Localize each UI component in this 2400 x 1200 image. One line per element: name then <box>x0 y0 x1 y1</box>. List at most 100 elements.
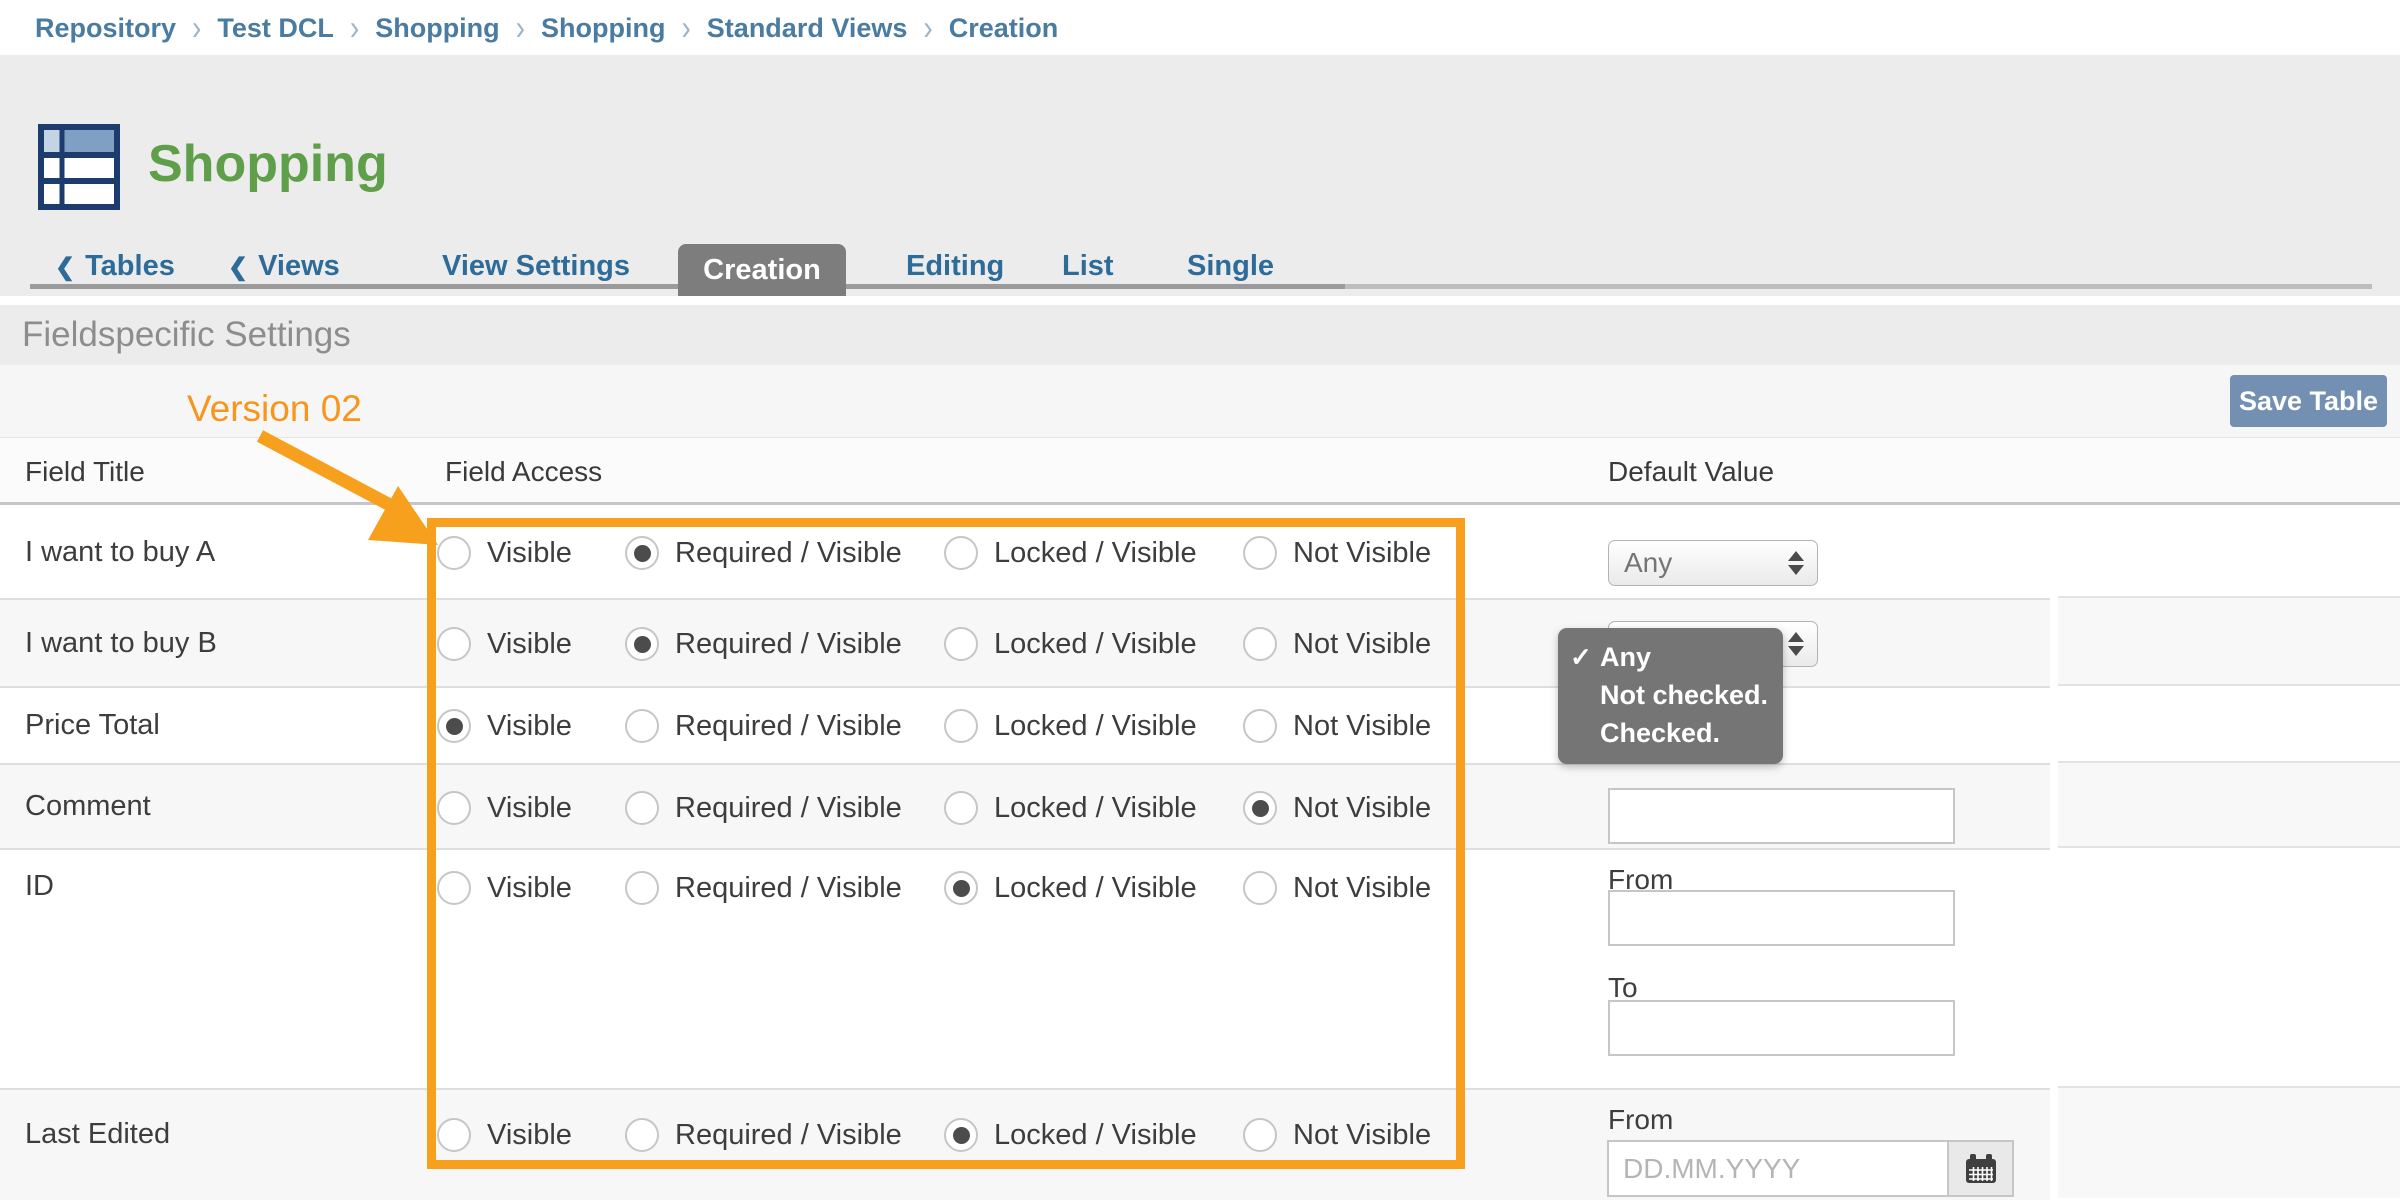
breadcrumb-item-shopping-2[interactable]: Shopping <box>541 13 665 44</box>
column-header-default-value: Default Value <box>1608 456 1774 488</box>
breadcrumb-separator: › <box>192 8 201 48</box>
radio-option-visible[interactable]: Visible <box>437 536 572 570</box>
radio-option-not-visible[interactable]: Not Visible <box>1243 627 1431 661</box>
row-background-tail <box>2058 761 2400 848</box>
radio-option-locked-visible[interactable]: Locked / Visible <box>944 536 1197 570</box>
table-row: Last Edited Visible Required / Visible L… <box>0 1090 2400 1200</box>
radio-option-required-visible[interactable]: Required / Visible <box>625 1118 902 1152</box>
radio-icon[interactable] <box>625 871 659 905</box>
default-value-select[interactable]: Any <box>1608 540 1818 586</box>
radio-icon[interactable] <box>944 1118 978 1152</box>
tab-back-views[interactable]: ❮Views <box>228 250 340 283</box>
date-input-group <box>1607 1140 2014 1197</box>
checkmark-icon: ✓ <box>1570 641 1592 673</box>
radio-option-visible[interactable]: Visible <box>437 1118 572 1152</box>
radio-icon[interactable] <box>1243 1118 1277 1152</box>
radio-icon[interactable] <box>437 1118 471 1152</box>
radio-icon[interactable] <box>1243 536 1277 570</box>
dropdown-option[interactable]: ✓Not checked. <box>1558 676 1783 714</box>
tab-list[interactable]: List <box>1062 250 1114 283</box>
calendar-button[interactable] <box>1949 1140 2014 1197</box>
radio-option-required-visible[interactable]: Required / Visible <box>625 871 902 905</box>
table-row: Price Total Visible Required / Visible L… <box>0 688 2400 765</box>
radio-icon[interactable] <box>437 709 471 743</box>
radio-icon[interactable] <box>437 871 471 905</box>
field-title-label: ID <box>25 870 54 903</box>
radio-option-required-visible[interactable]: Required / Visible <box>625 791 902 825</box>
field-title-label: I want to buy A <box>25 536 215 569</box>
column-header-field-title: Field Title <box>25 456 145 488</box>
table-row: I want to buy B Visible Required / Visib… <box>0 600 2400 688</box>
app-root: Repository › Test DCL › Shopping › Shopp… <box>0 0 2400 1200</box>
radio-icon[interactable] <box>625 536 659 570</box>
radio-option-locked-visible[interactable]: Locked / Visible <box>944 871 1197 905</box>
radio-icon[interactable] <box>1243 709 1277 743</box>
radio-option-visible[interactable]: Visible <box>437 627 572 661</box>
breadcrumb-item-shopping[interactable]: Shopping <box>375 13 499 44</box>
table-header-row: Field Title Field Access Default Value <box>0 437 2400 505</box>
breadcrumb-item-repository[interactable]: Repository <box>35 13 176 44</box>
radio-option-not-visible[interactable]: Not Visible <box>1243 709 1431 743</box>
radio-option-locked-visible[interactable]: Locked / Visible <box>944 791 1197 825</box>
radio-option-required-visible[interactable]: Required / Visible <box>625 536 902 570</box>
radio-icon[interactable] <box>437 791 471 825</box>
range-from-input[interactable] <box>1608 890 1955 946</box>
breadcrumb-separator: › <box>516 8 525 48</box>
radio-icon[interactable] <box>1243 871 1277 905</box>
breadcrumb-item-test-dcl[interactable]: Test DCL <box>217 13 334 44</box>
dropdown-option[interactable]: ✓Any <box>1558 638 1783 676</box>
tab-back-tables[interactable]: ❮Tables <box>55 250 175 283</box>
radio-option-locked-visible[interactable]: Locked / Visible <box>944 1118 1197 1152</box>
tab-single[interactable]: Single <box>1187 250 1274 283</box>
tab-editing[interactable]: Editing <box>906 250 1004 283</box>
calendar-icon <box>1964 1153 1998 1185</box>
breadcrumb-item-creation[interactable]: Creation <box>949 13 1059 44</box>
default-value-text-input[interactable] <box>1608 788 1955 844</box>
radio-option-not-visible[interactable]: Not Visible <box>1243 871 1431 905</box>
radio-icon[interactable] <box>625 627 659 661</box>
table-row: I want to buy A Visible Required / Visib… <box>0 506 2400 600</box>
tab-view-settings[interactable]: View Settings <box>442 250 630 283</box>
row-background-tail <box>2058 596 2400 686</box>
radio-icon[interactable] <box>1243 791 1277 825</box>
table-row: ID Visible Required / Visible Locked / V… <box>0 850 2400 1090</box>
radio-option-required-visible[interactable]: Required / Visible <box>625 627 902 661</box>
radio-icon[interactable] <box>625 791 659 825</box>
field-title-label: I want to buy B <box>25 627 217 660</box>
tabbar-underline-light <box>1345 284 2372 289</box>
radio-option-required-visible[interactable]: Required / Visible <box>625 709 902 743</box>
save-table-button[interactable]: Save Table <box>2230 375 2387 427</box>
breadcrumb: Repository › Test DCL › Shopping › Shopp… <box>35 12 1058 44</box>
radio-icon[interactable] <box>437 536 471 570</box>
radio-option-locked-visible[interactable]: Locked / Visible <box>944 627 1197 661</box>
radio-option-locked-visible[interactable]: Locked / Visible <box>944 709 1197 743</box>
radio-icon[interactable] <box>625 1118 659 1152</box>
radio-option-visible[interactable]: Visible <box>437 791 572 825</box>
radio-icon[interactable] <box>944 871 978 905</box>
dropdown-option[interactable]: ✓Checked. <box>1558 714 1783 752</box>
row-background-tail <box>2058 1086 2400 1198</box>
date-from-input[interactable] <box>1607 1140 1949 1197</box>
tab-creation-active[interactable]: Creation <box>678 244 846 296</box>
field-title-label: Price Total <box>25 709 160 742</box>
radio-icon[interactable] <box>944 627 978 661</box>
date-from-label: From <box>1608 1104 1673 1136</box>
radio-option-not-visible[interactable]: Not Visible <box>1243 791 1431 825</box>
radio-icon[interactable] <box>944 536 978 570</box>
breadcrumb-separator: › <box>923 8 932 48</box>
radio-option-visible[interactable]: Visible <box>437 709 572 743</box>
range-to-input[interactable] <box>1608 1000 1955 1056</box>
radio-option-visible[interactable]: Visible <box>437 871 572 905</box>
radio-icon[interactable] <box>437 627 471 661</box>
field-title-label: Last Edited <box>25 1118 170 1151</box>
radio-icon[interactable] <box>1243 627 1277 661</box>
breadcrumb-item-standard-views[interactable]: Standard Views <box>707 13 908 44</box>
radio-option-not-visible[interactable]: Not Visible <box>1243 536 1431 570</box>
radio-option-not-visible[interactable]: Not Visible <box>1243 1118 1431 1152</box>
radio-icon[interactable] <box>944 709 978 743</box>
select-stepper-icon <box>1788 551 1804 575</box>
radio-icon[interactable] <box>944 791 978 825</box>
chevron-left-icon: ❮ <box>228 254 248 281</box>
table-icon <box>38 124 120 210</box>
radio-icon[interactable] <box>625 709 659 743</box>
